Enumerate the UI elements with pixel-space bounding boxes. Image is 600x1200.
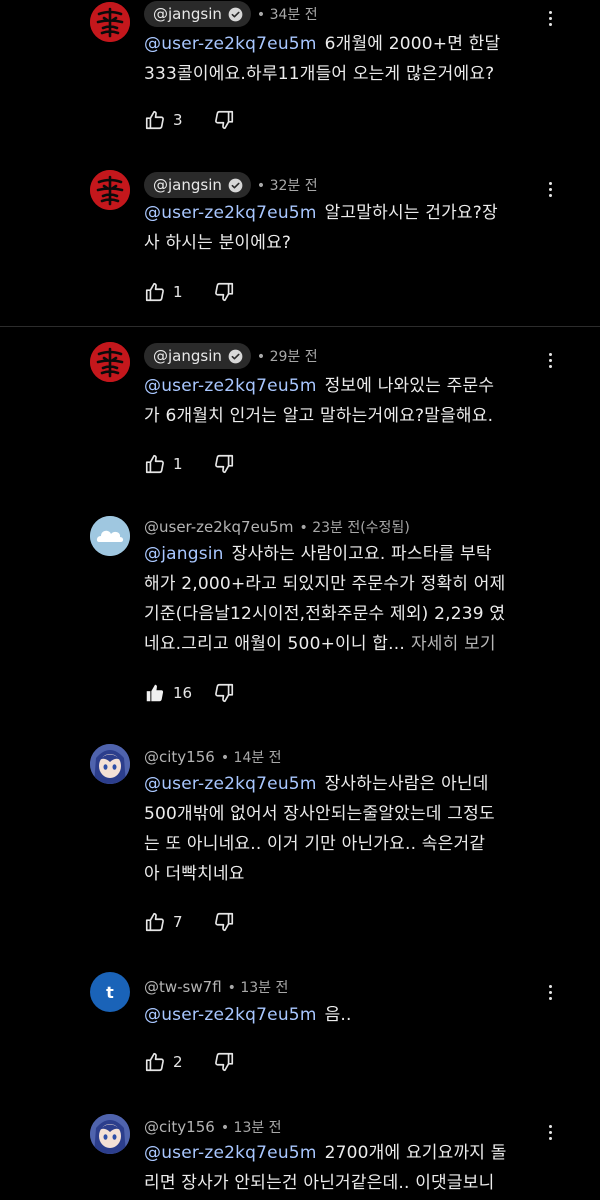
comment-header: @user-ze2kq7eu5m • 23분 전(수정됨)	[144, 514, 410, 540]
mention-link[interactable]: @user-ze2kq7eu5m	[144, 1005, 317, 1025]
comment-actions: 2	[144, 1050, 235, 1074]
comment-time: • 23분 전(수정됨)	[299, 520, 410, 536]
author-name: @jangsin	[153, 347, 222, 365]
author-name: @jangsin	[153, 5, 222, 23]
mention-link[interactable]: @user-ze2kq7eu5m	[144, 203, 317, 223]
like-button[interactable]	[144, 682, 166, 704]
avatar[interactable]	[90, 170, 130, 210]
comment-header: @tw-sw7fl • 13분 전	[144, 974, 288, 1000]
comment-text: @user-ze2kq7eu5m 장사하는사람은 아닌데 500개밖에 없어서 장…	[144, 774, 495, 884]
comment-text: @user-ze2kq7eu5m 알고말하시는 건가요?장 사 하시는 분이에요?	[144, 203, 498, 253]
thumbs-down-icon	[213, 453, 235, 475]
like-count: 3	[173, 111, 183, 129]
avatar[interactable]	[90, 2, 130, 42]
comment-text: @user-ze2kq7eu5m 음..	[144, 1005, 352, 1025]
avatar[interactable]	[90, 516, 130, 556]
like-count: 1	[173, 455, 183, 473]
comment-actions: 3	[144, 108, 235, 132]
comment-time: • 14분 전	[220, 750, 282, 766]
comment-text: @user-ze2kq7eu5m 6개월에 2000+면 한달 333콜이에요.하…	[144, 34, 501, 84]
thumbs-up-icon	[144, 281, 166, 303]
comment-header: @city156 • 13분 전	[144, 1114, 282, 1140]
author-chip[interactable]: @jangsin	[144, 172, 251, 198]
more-vert-icon[interactable]	[540, 6, 560, 30]
verified-check-icon	[228, 7, 243, 22]
like-button[interactable]	[144, 911, 166, 933]
comment-text: @jangsin 장사하는 사람이고요. 파스타를 부탁 해가 2,000+라고 …	[144, 544, 506, 654]
comment-header: @jangsin • 34분 전	[144, 1, 318, 27]
author-name[interactable]: @city156	[144, 748, 215, 766]
mention-link[interactable]: @user-ze2kq7eu5m	[144, 1143, 317, 1163]
verified-check-icon	[228, 178, 243, 193]
thumbs-down-icon	[213, 682, 235, 704]
like-button[interactable]	[144, 453, 166, 475]
more-vert-icon[interactable]	[540, 348, 560, 372]
avatar[interactable]	[90, 744, 130, 784]
comment-actions: 16	[144, 681, 235, 705]
author-chip[interactable]: @jangsin	[144, 1, 251, 27]
like-button[interactable]	[144, 1051, 166, 1073]
dislike-button[interactable]	[213, 281, 235, 303]
divider	[0, 326, 600, 327]
thumbs-down-icon	[213, 281, 235, 303]
like-button[interactable]	[144, 281, 166, 303]
comment-actions: 1	[144, 280, 235, 304]
verified-check-icon	[228, 349, 243, 364]
comment-time: • 34분 전	[256, 7, 318, 23]
like-button[interactable]	[144, 109, 166, 131]
like-count: 1	[173, 283, 183, 301]
dislike-button[interactable]	[213, 682, 235, 704]
comment-text: @user-ze2kq7eu5m 2700개에 요기요까지 돌 리면 장사가 안되…	[144, 1143, 507, 1193]
author-name[interactable]: @city156	[144, 1118, 215, 1136]
thumbs-down-icon	[213, 1051, 235, 1073]
comment-header: @city156 • 14분 전	[144, 744, 282, 770]
mention-link[interactable]: @user-ze2kq7eu5m	[144, 774, 317, 794]
comment-actions: 7	[144, 910, 235, 934]
mention-link[interactable]: @user-ze2kq7eu5m	[144, 34, 317, 54]
dislike-button[interactable]	[213, 453, 235, 475]
avatar[interactable]	[90, 342, 130, 382]
author-name[interactable]: @tw-sw7fl	[144, 978, 222, 996]
mention-link[interactable]: @jangsin	[144, 544, 224, 564]
comment-time: • 32분 전	[256, 178, 318, 194]
comment-time: • 29분 전	[256, 349, 318, 365]
mention-link[interactable]: @user-ze2kq7eu5m	[144, 376, 317, 396]
avatar[interactable]	[90, 1114, 130, 1154]
author-chip[interactable]: @jangsin	[144, 343, 251, 369]
dislike-button[interactable]	[213, 911, 235, 933]
dislike-button[interactable]	[213, 1051, 235, 1073]
comment-time: • 13분 전	[220, 1120, 282, 1136]
thumbs-up-icon	[144, 911, 166, 933]
comment-actions: 1	[144, 452, 235, 476]
read-more-link[interactable]: 자세히 보기	[411, 634, 496, 654]
author-name[interactable]: @user-ze2kq7eu5m	[144, 518, 293, 536]
like-count: 16	[173, 684, 193, 702]
comment-text: @user-ze2kq7eu5m 정보에 나와있는 주문수 가 6개월치 인거는 …	[144, 376, 495, 426]
comment-time: • 13분 전	[227, 980, 289, 996]
thumbs-down-icon	[213, 109, 235, 131]
like-count: 2	[173, 1053, 183, 1071]
thumbs-up-icon	[144, 1051, 166, 1073]
thumbs-down-icon	[213, 911, 235, 933]
avatar[interactable]: t	[90, 972, 130, 1012]
comment-header: @jangsin • 29분 전	[144, 343, 318, 369]
thumbs-up-icon	[144, 109, 166, 131]
like-count: 7	[173, 913, 183, 931]
thumbs-up-icon	[144, 453, 166, 475]
thumbs-up-icon	[144, 682, 166, 704]
comment-header: @jangsin • 32분 전	[144, 172, 318, 198]
dislike-button[interactable]	[213, 109, 235, 131]
author-name: @jangsin	[153, 176, 222, 194]
